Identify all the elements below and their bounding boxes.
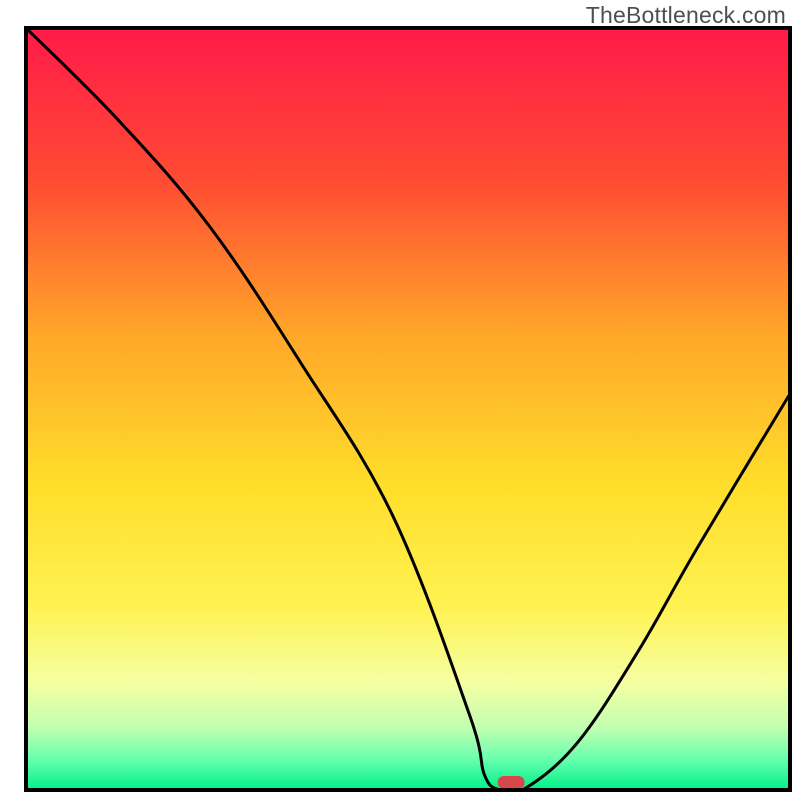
minimum-marker — [498, 776, 525, 789]
chart-stage: TheBottleneck.com — [0, 0, 800, 800]
plot-area — [26, 28, 790, 794]
bottleneck-chart — [0, 0, 800, 800]
